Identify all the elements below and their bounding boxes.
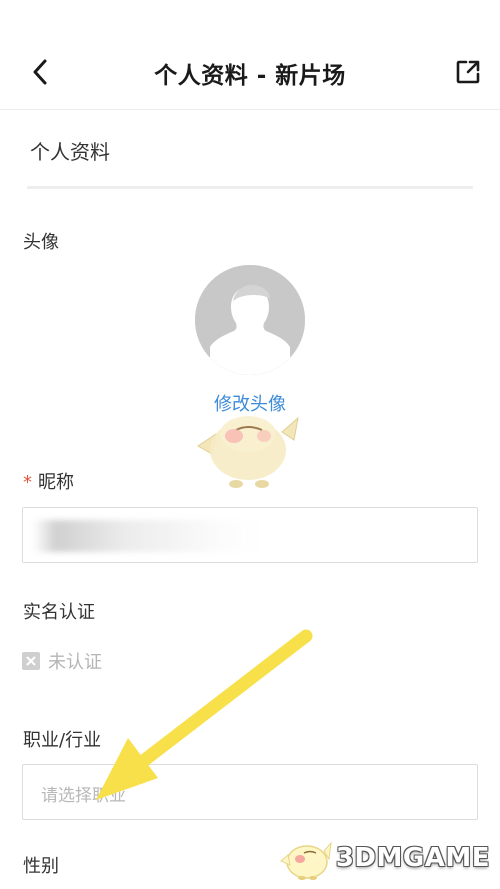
section-divider bbox=[27, 186, 473, 189]
share-button[interactable] bbox=[450, 52, 486, 92]
watermark-text: 3DMGAME bbox=[335, 843, 490, 873]
avatar-label: 头像 bbox=[23, 232, 59, 253]
watermark-chick-icon bbox=[279, 841, 332, 880]
profile-page: 个人资料 - 新片场 个人资料 头像 修改头像 * 昵称 实名认证 未认证 职业… bbox=[0, 0, 500, 889]
occupation-placeholder: 请选择职业 bbox=[41, 786, 126, 806]
gender-label: 性别 bbox=[23, 856, 59, 877]
verification-status: 未认证 bbox=[22, 648, 102, 674]
unverified-icon bbox=[22, 652, 40, 670]
occupation-label: 职业/行业 bbox=[23, 730, 102, 751]
verification-label: 实名认证 bbox=[23, 602, 95, 623]
obscured-nickname-value bbox=[33, 520, 263, 552]
required-mark: * bbox=[23, 472, 32, 493]
top-navigation-bar: 个人资料 - 新片场 bbox=[0, 0, 500, 110]
avatar[interactable] bbox=[195, 265, 305, 375]
mascot-sticker-icon bbox=[197, 416, 299, 488]
page-title: 个人资料 - 新片场 bbox=[154, 63, 346, 89]
watermark: 3DMGAME bbox=[279, 835, 490, 881]
occupation-select[interactable]: 请选择职业 bbox=[22, 764, 478, 820]
nickname-label-text: 昵称 bbox=[38, 472, 74, 493]
default-avatar-icon bbox=[195, 265, 305, 375]
share-external-icon bbox=[456, 60, 480, 84]
verification-status-text: 未认证 bbox=[48, 652, 102, 673]
nickname-input[interactable] bbox=[22, 507, 478, 563]
nickname-label: * 昵称 bbox=[23, 468, 74, 494]
section-title: 个人资料 bbox=[30, 140, 110, 164]
